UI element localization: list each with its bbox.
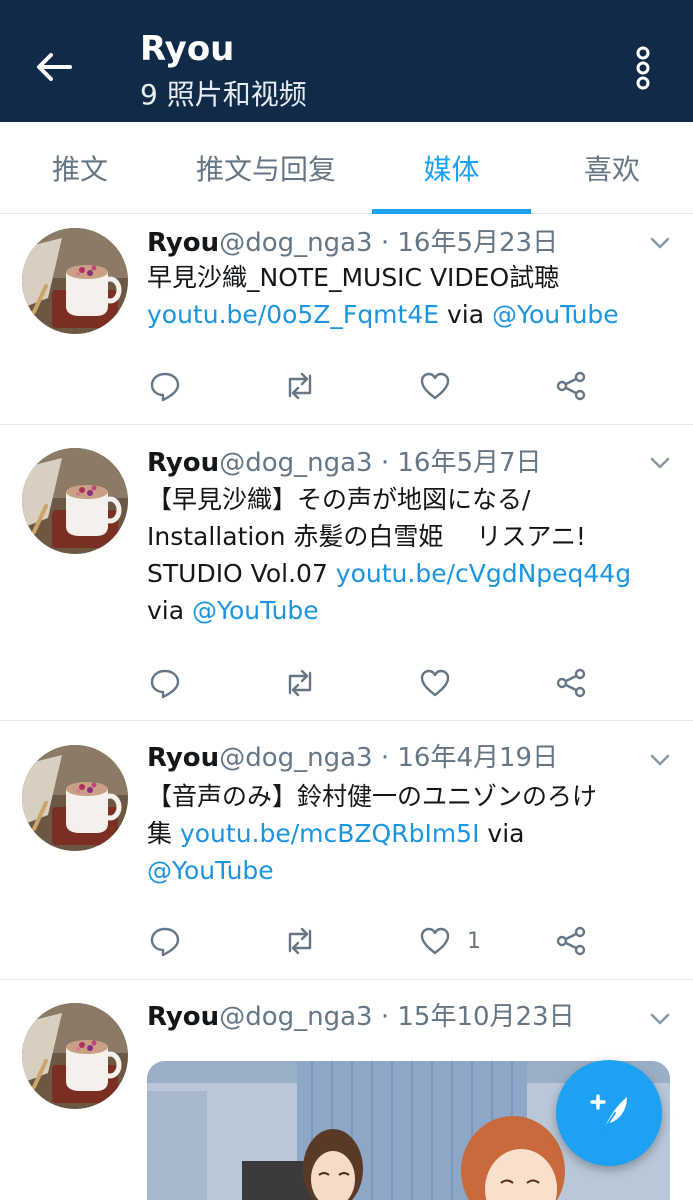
retweet-icon xyxy=(288,372,312,400)
heart-icon xyxy=(420,669,450,697)
tweet-item[interactable]: Ryou@dog_nga3 · 16年5月23日 早見沙織_NOTE_MUSIC… xyxy=(0,215,693,425)
tweet-author-name[interactable]: Ryou xyxy=(147,228,219,258)
tweet-author-handle[interactable]: @dog_nga3 xyxy=(219,448,372,478)
retweet-button[interactable] xyxy=(283,663,317,703)
avatar[interactable] xyxy=(22,228,128,334)
tab-media[interactable]: 媒体 xyxy=(372,122,531,214)
tweet-text-segment: via xyxy=(479,819,525,848)
tweet-mention[interactable]: @YouTube xyxy=(192,596,319,625)
tweet-date[interactable]: 15年10月23日 xyxy=(397,1002,574,1032)
reply-button[interactable] xyxy=(149,663,181,703)
profile-tabs: 推文 推文与回复 媒体 喜欢 xyxy=(0,122,693,214)
tweet-actions xyxy=(147,663,607,703)
tweet-mention[interactable]: @YouTube xyxy=(147,856,274,885)
share-icon xyxy=(556,668,586,698)
retweet-icon xyxy=(288,927,312,955)
tab-tweets-and-replies[interactable]: 推文与回复 xyxy=(178,122,354,214)
tweet-item[interactable]: Ryou@dog_nga3 · 16年5月7日 【早見沙織】その声が地図になる/… xyxy=(0,425,693,721)
avatar[interactable] xyxy=(22,448,128,554)
share-button[interactable] xyxy=(555,663,587,703)
chevron-down-icon[interactable] xyxy=(648,451,672,475)
tweet-author-handle[interactable]: @dog_nga3 xyxy=(219,743,372,773)
tweet-text: 【早見沙織】その声が地図になる/ Installation 赤髪の白雪姫 リスア… xyxy=(147,481,667,629)
chevron-down-icon[interactable] xyxy=(648,231,672,255)
reply-button[interactable] xyxy=(149,366,181,406)
tweet-author-handle[interactable]: @dog_nga3 xyxy=(219,228,372,258)
like-button[interactable] xyxy=(419,663,467,703)
tweet-item[interactable]: Ryou@dog_nga3 · 16年4月19日 【音声のみ】鈴村健一のユニゾン… xyxy=(0,721,693,980)
tab-likes[interactable]: 喜欢 xyxy=(560,122,664,214)
compose-tweet-icon xyxy=(590,1094,627,1132)
avatar[interactable] xyxy=(22,745,128,851)
reply-button[interactable] xyxy=(149,921,181,961)
tweet-author-name[interactable]: Ryou xyxy=(147,448,219,478)
arrow-left-icon xyxy=(37,53,72,81)
tweet-header: Ryou@dog_nga3 · 16年4月19日 xyxy=(147,741,558,775)
retweet-button[interactable] xyxy=(283,921,317,961)
like-button[interactable] xyxy=(419,366,467,406)
share-icon xyxy=(556,926,586,956)
share-button[interactable] xyxy=(555,921,587,961)
app-header: Ryou 9 照片和视频 xyxy=(0,0,693,122)
tweet-text-segment: via xyxy=(147,596,193,625)
tweet-author-name[interactable]: Ryou xyxy=(147,743,219,773)
like-button[interactable]: 1 xyxy=(419,921,481,961)
tweet-separator: · xyxy=(372,448,398,478)
more-options-button[interactable] xyxy=(622,44,664,92)
chevron-down-icon[interactable] xyxy=(648,1007,672,1031)
avatar-image xyxy=(22,448,128,554)
tweet-text-segment: 早見沙織_NOTE_MUSIC VIDEO試聴 xyxy=(147,263,560,292)
tweet-text-segment: STUDIO Vol.07 xyxy=(147,559,336,588)
avatar[interactable] xyxy=(22,1003,128,1109)
profile-name-title: Ryou xyxy=(140,29,235,69)
tweet-mention[interactable]: @YouTube xyxy=(492,300,619,329)
media-count-subtitle: 9 照片和视频 xyxy=(140,78,307,111)
heart-icon xyxy=(420,372,450,400)
avatar-image xyxy=(22,1003,128,1109)
tweet-link[interactable]: youtu.be/cVgdNpeq44g xyxy=(336,559,631,588)
tweet-actions: 1 xyxy=(147,921,607,961)
tweet-date[interactable]: 16年4月19日 xyxy=(397,743,558,773)
tweet-text: 【音声のみ】鈴村健一のユニゾンのろけ 集 youtu.be/mcBZQRbIm5… xyxy=(147,778,667,889)
tweet-header: Ryou@dog_nga3 · 16年5月23日 xyxy=(147,226,558,260)
share-button[interactable] xyxy=(555,366,587,406)
avatar-image xyxy=(22,228,128,334)
tab-tweets[interactable]: 推文 xyxy=(22,122,138,214)
tweet-header: Ryou@dog_nga3 · 16年5月7日 xyxy=(147,446,542,480)
reply-icon xyxy=(150,669,180,699)
reply-icon xyxy=(150,372,180,402)
like-count: 1 xyxy=(467,928,481,954)
tweet-author-name[interactable]: Ryou xyxy=(147,1002,219,1032)
avatar-image xyxy=(22,745,128,851)
back-button[interactable] xyxy=(28,44,80,90)
active-tab-indicator xyxy=(372,209,531,214)
reply-icon xyxy=(150,927,180,957)
tweet-date[interactable]: 16年5月23日 xyxy=(397,228,558,258)
tweet-text-segment: via xyxy=(439,300,493,329)
tweet-text: 早見沙織_NOTE_MUSIC VIDEO試聴 youtu.be/0o5Z_Fq… xyxy=(147,259,667,333)
tweet-text-segment: 集 xyxy=(147,819,180,848)
tweet-author-handle[interactable]: @dog_nga3 xyxy=(219,1002,372,1032)
share-icon xyxy=(556,371,586,401)
tweet-text-segment: Installation 赤髪の白雪姫 リスアニ! xyxy=(147,522,586,551)
tweet-text-segment: 【音声のみ】鈴村健一のユニゾンのろけ xyxy=(147,782,598,811)
more-vertical-icon xyxy=(636,46,650,90)
tweet-separator: · xyxy=(372,743,398,773)
tweet-separator: · xyxy=(372,228,398,258)
tweet-link[interactable]: youtu.be/mcBZQRbIm5I xyxy=(180,819,480,848)
retweet-button[interactable] xyxy=(283,366,317,406)
compose-tweet-button[interactable] xyxy=(556,1060,662,1166)
chevron-down-icon[interactable] xyxy=(648,748,672,772)
tweet-link[interactable]: youtu.be/0o5Z_Fqmt4E xyxy=(147,300,439,329)
heart-icon xyxy=(420,927,450,955)
retweet-icon xyxy=(288,669,312,697)
tweet-date[interactable]: 16年5月7日 xyxy=(397,448,541,478)
tweet-header: Ryou@dog_nga3 · 15年10月23日 xyxy=(147,1000,575,1034)
tweet-actions xyxy=(147,366,607,406)
tweet-text-segment: 【早見沙織】その声が地図になる/ xyxy=(147,485,531,514)
tweet-separator: · xyxy=(372,1002,398,1032)
